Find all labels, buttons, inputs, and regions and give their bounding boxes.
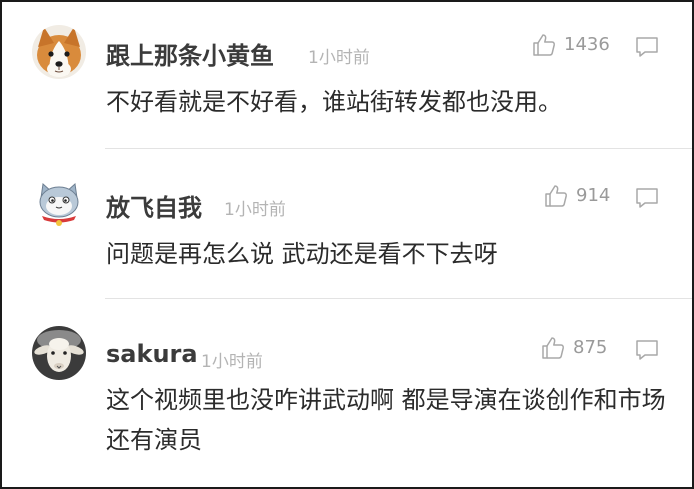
avatar[interactable] <box>32 25 86 79</box>
comment-list: 跟上那条小黄鱼 1小时前 1436 不好看就是不好看，谁站街转发都也没用。 放飞… <box>0 0 694 489</box>
username[interactable]: 放飞自我 <box>106 188 202 223</box>
like-button[interactable]: 1436 <box>531 32 610 58</box>
speech-bubble-icon[interactable] <box>634 186 660 210</box>
thumbs-up-icon <box>545 185 568 207</box>
thumbs-up-icon <box>542 337 565 359</box>
username[interactable]: 跟上那条小黄鱼 <box>106 36 274 71</box>
like-count: 875 <box>573 337 608 358</box>
comment-item: 放飞自我 1小时前 914 问题是再怎么说 武动还是看不下去呀 <box>2 150 692 298</box>
cartoon-cat-avatar <box>32 176 86 230</box>
like-count: 914 <box>576 185 611 206</box>
comment-item: sakura 1小时前 875 这个视频里也没咋讲武动啊 都是导演在谈创作和市场… <box>2 300 692 487</box>
comment-text: 不好看就是不好看，谁站街转发都也没用。 <box>106 88 562 116</box>
comment-item: 跟上那条小黄鱼 1小时前 1436 不好看就是不好看，谁站街转发都也没用。 <box>2 2 692 148</box>
comment-text: 这个视频里也没咋讲武动啊 都是导演在谈创作和市场还有演员 <box>106 386 666 454</box>
speech-bubble-icon[interactable] <box>634 35 660 59</box>
avatar[interactable] <box>32 176 86 230</box>
corgi-dog-avatar <box>32 25 86 79</box>
divider <box>105 298 692 299</box>
sheep-avatar <box>32 326 86 380</box>
avatar[interactable] <box>32 326 86 380</box>
like-count: 1436 <box>564 34 610 55</box>
divider <box>105 148 692 149</box>
username[interactable]: sakura <box>106 340 198 368</box>
timestamp: 1小时前 <box>308 48 370 68</box>
like-button[interactable]: 914 <box>543 183 610 209</box>
timestamp: 1小时前 <box>224 200 286 220</box>
comment-text: 问题是再怎么说 武动还是看不下去呀 <box>106 240 498 268</box>
timestamp: 1小时前 <box>201 352 263 372</box>
like-button[interactable]: 875 <box>540 335 607 361</box>
thumbs-up-icon <box>533 34 556 56</box>
speech-bubble-icon[interactable] <box>634 338 660 362</box>
